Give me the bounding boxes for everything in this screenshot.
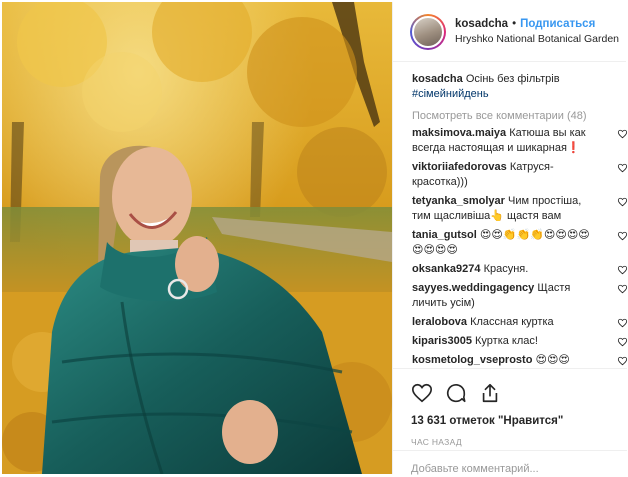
comment-text: 😍😍😍	[535, 354, 570, 366]
comment-row: kosmetolog_vseprosto 😍😍😍	[412, 353, 628, 368]
caption-text: Осінь без фільтрів	[465, 73, 560, 85]
caption: kosadcha Осінь без фільтрів	[412, 72, 626, 87]
add-comment-input[interactable]	[411, 463, 611, 475]
comment-row: tania_gutsol 😍😍👏👏👏😍😍😍😍😍😍😍😍	[412, 228, 628, 258]
comment-username[interactable]: kosmetolog_vseprosto	[412, 354, 532, 366]
heart-icon[interactable]	[617, 231, 628, 241]
caption-username[interactable]: kosadcha	[412, 73, 463, 85]
comment-username[interactable]: tetyanka_smolyar	[412, 195, 505, 207]
comment-text: Классная куртка	[470, 316, 554, 328]
post-side-panel: kosadcha • Подписаться Hryshko National …	[392, 2, 628, 475]
share-icon[interactable]	[479, 382, 501, 404]
comment-username[interactable]: viktoriiafedorovas	[412, 161, 507, 173]
comment-row: viktoriiafedorovas Катруся-красотка)))	[412, 160, 628, 190]
heart-icon[interactable]	[617, 356, 628, 366]
comment-row: leralobova Классная куртка	[412, 315, 628, 330]
author-username[interactable]: kosadcha	[455, 17, 508, 32]
heart-icon[interactable]	[617, 129, 628, 139]
add-comment-bar	[393, 450, 627, 475]
follow-button[interactable]: Подписаться	[520, 17, 595, 32]
comments-list: kosadcha Осінь без фільтрів #сімейнийден…	[393, 62, 628, 368]
location-link[interactable]: Hryshko National Botanical Garden	[455, 32, 619, 47]
comment-text: Красуня.	[483, 263, 529, 275]
comment-row: maksimova.maiya Катюша вы как всегда нас…	[412, 126, 628, 156]
heart-icon[interactable]	[411, 382, 433, 404]
post-header: kosadcha • Подписаться Hryshko National …	[393, 2, 626, 62]
post-timestamp[interactable]: ЧАС НАЗАД	[411, 437, 627, 447]
comment-username[interactable]: leralobova	[412, 316, 467, 328]
comment-username[interactable]: kiparis3005	[412, 335, 472, 347]
heart-icon[interactable]	[617, 265, 628, 275]
story-ring[interactable]	[410, 13, 446, 50]
post-actions: 13 631 отметок "Нравится" ЧАС НАЗАД	[393, 368, 627, 447]
comment-row: oksanka9274 Красуня.	[412, 262, 628, 277]
comment-row: kiparis3005 Куртка клас!	[412, 334, 628, 349]
comment-username[interactable]: sayyes.weddingagency	[412, 282, 534, 294]
heart-icon[interactable]	[617, 163, 628, 173]
view-all-comments-link[interactable]: Посмотреть все комментарии (48)	[412, 110, 626, 122]
heart-icon[interactable]	[617, 318, 628, 328]
heart-icon[interactable]	[617, 284, 628, 294]
likes-count[interactable]: 13 631 отметок "Нравится"	[411, 415, 627, 427]
comment-row: sayyes.weddingagency Щастя личить усім)	[412, 281, 628, 311]
post-photo[interactable]	[2, 2, 392, 474]
heart-icon[interactable]	[617, 337, 628, 347]
autumn-portrait-image	[2, 2, 392, 474]
hashtag-link[interactable]: #сімейнийдень	[412, 87, 626, 102]
comment-username[interactable]: oksanka9274	[412, 263, 481, 275]
comment-username[interactable]: tania_gutsol	[412, 229, 477, 241]
comment-row: tetyanka_smolyar Чим простіша, тим щасли…	[412, 194, 628, 224]
comment-text: Куртка клас!	[475, 335, 538, 347]
comment-username[interactable]: maksimova.maiya	[412, 127, 506, 139]
separator-dot: •	[512, 17, 517, 30]
comment-bubble-icon[interactable]	[445, 382, 467, 404]
avatar[interactable]	[412, 15, 444, 48]
heart-icon[interactable]	[617, 197, 628, 207]
